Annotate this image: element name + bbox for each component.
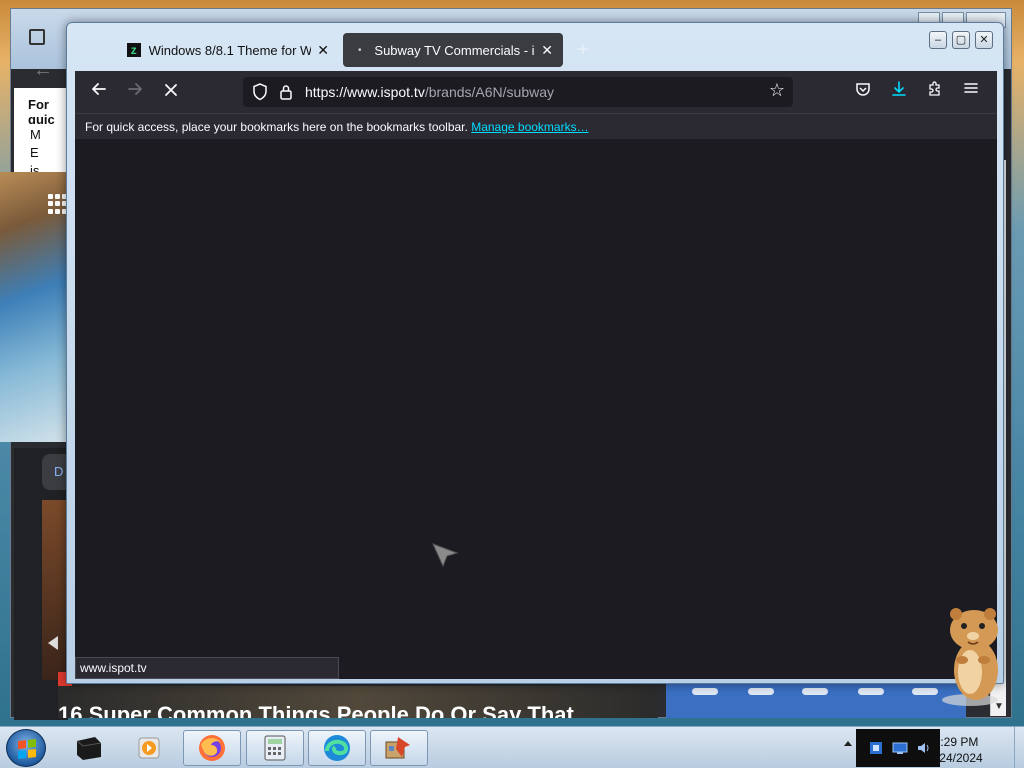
edge-icon xyxy=(324,735,350,761)
stop-x-icon xyxy=(165,84,177,96)
tab-title: Subway TV Commercials - iSpot xyxy=(374,42,535,58)
tab-strip: z Windows 8/8.1 Theme for Wind ✕ • Subwa… xyxy=(67,23,1003,71)
forward-button[interactable] xyxy=(123,80,147,104)
url-text[interactable]: https://www.ispot.tv/brands/A6N/subway xyxy=(305,84,554,100)
stop-loading-button[interactable] xyxy=(159,80,183,104)
show-hidden-icons-icon[interactable] xyxy=(844,741,852,746)
navigation-toolbar: https://www.ispot.tv/brands/A6N/subway ☆ xyxy=(75,71,997,113)
bookmarks-hint-text: For quick access, place your bookmarks h… xyxy=(85,120,468,134)
security-icon[interactable] xyxy=(868,740,884,756)
loading-favicon-icon: • xyxy=(357,44,362,56)
show-desktop-button[interactable] xyxy=(1014,727,1024,768)
background-back-icon: ← xyxy=(33,59,53,81)
app-icon xyxy=(385,737,410,759)
lock-icon[interactable] xyxy=(279,83,293,101)
background-side-text: M E is xyxy=(14,124,68,178)
background-blue-banner xyxy=(666,684,966,718)
close-window-button[interactable]: ✕ xyxy=(975,31,993,49)
back-button[interactable] xyxy=(87,80,111,104)
tab-overview-icon[interactable] xyxy=(29,29,45,45)
site-favicon-icon: z xyxy=(127,43,141,57)
address-bar[interactable]: https://www.ispot.tv/brands/A6N/subway ☆ xyxy=(243,77,793,107)
apps-grid-icon[interactable] xyxy=(48,194,68,214)
taskbar-firefox[interactable] xyxy=(183,730,241,766)
browser-body: https://www.ispot.tv/brands/A6N/subway ☆… xyxy=(75,71,997,679)
side-letter: E xyxy=(30,145,39,160)
download-icon xyxy=(892,81,906,96)
taskbar-clock[interactable]: 3:29 PM 7/24/2024 xyxy=(906,734,1006,766)
pocket-icon xyxy=(856,83,870,96)
status-bar: www.ispot.tv xyxy=(75,657,339,679)
taskbar-media-player[interactable] xyxy=(120,730,178,766)
firefox-icon xyxy=(199,735,225,761)
puzzle-icon xyxy=(929,81,940,96)
background-bookmark-text: For quic xyxy=(14,88,68,127)
taskbar-terminal[interactable] xyxy=(60,730,118,766)
tab-close-icon[interactable]: ✕ xyxy=(541,42,553,59)
tab-subway-commercials[interactable]: • Subway TV Commercials - iSpot ✕ xyxy=(343,33,563,67)
windows-logo-icon xyxy=(18,739,36,759)
taskbar-edge[interactable] xyxy=(308,730,366,766)
tab-windows-theme[interactable]: z Windows 8/8.1 Theme for Wind ✕ xyxy=(117,33,339,67)
tracking-shield-icon[interactable] xyxy=(251,82,269,102)
pocket-button[interactable] xyxy=(851,80,875,104)
downloads-button[interactable] xyxy=(887,80,911,104)
new-tab-button[interactable]: + xyxy=(577,39,589,62)
headline-text: 16 Super Common Things People Do Or Say … xyxy=(58,702,574,718)
tab-title: Windows 8/8.1 Theme for Wind xyxy=(148,42,312,58)
hamburger-menu-icon xyxy=(964,83,978,93)
carousel-prev-icon[interactable] xyxy=(48,636,58,650)
url-host: https://www.ispot.tv xyxy=(305,84,425,100)
taskbar-app[interactable] xyxy=(370,730,428,766)
manage-bookmarks-link[interactable]: Manage bookmarks… xyxy=(471,120,588,134)
browser-window: z Windows 8/8.1 Theme for Wind ✕ • Subwa… xyxy=(66,22,1004,684)
minimize-button[interactable]: – xyxy=(929,31,947,49)
taskbar: 3:29 PM 7/24/2024 xyxy=(0,726,1024,768)
bookmark-star-icon[interactable]: ☆ xyxy=(769,80,785,101)
extensions-button[interactable] xyxy=(923,80,947,104)
terminal-icon xyxy=(76,737,102,760)
forward-arrow-icon xyxy=(128,83,142,95)
tab-close-icon[interactable]: ✕ xyxy=(317,42,329,59)
clock-time: 3:29 PM xyxy=(933,735,979,749)
hamster-mascot xyxy=(942,608,998,706)
maximize-button[interactable]: ▢ xyxy=(952,31,970,49)
taskbar-calculator[interactable] xyxy=(246,730,304,766)
background-headline: 16 Super Common Things People Do Or Say … xyxy=(58,686,658,718)
bookmarks-toolbar: For quick access, place your bookmarks h… xyxy=(75,113,997,139)
side-letter: M xyxy=(30,127,41,142)
start-button[interactable] xyxy=(6,729,46,767)
page-content-area[interactable] xyxy=(75,139,997,679)
back-arrow-icon xyxy=(92,83,106,95)
calculator-icon xyxy=(264,735,286,761)
app-menu-button[interactable] xyxy=(959,80,983,104)
media-player-icon xyxy=(138,737,160,759)
url-path: /brands/A6N/subway xyxy=(424,84,555,100)
clock-date: 7/24/2024 xyxy=(929,751,983,765)
mouse-cursor-icon xyxy=(432,543,459,568)
